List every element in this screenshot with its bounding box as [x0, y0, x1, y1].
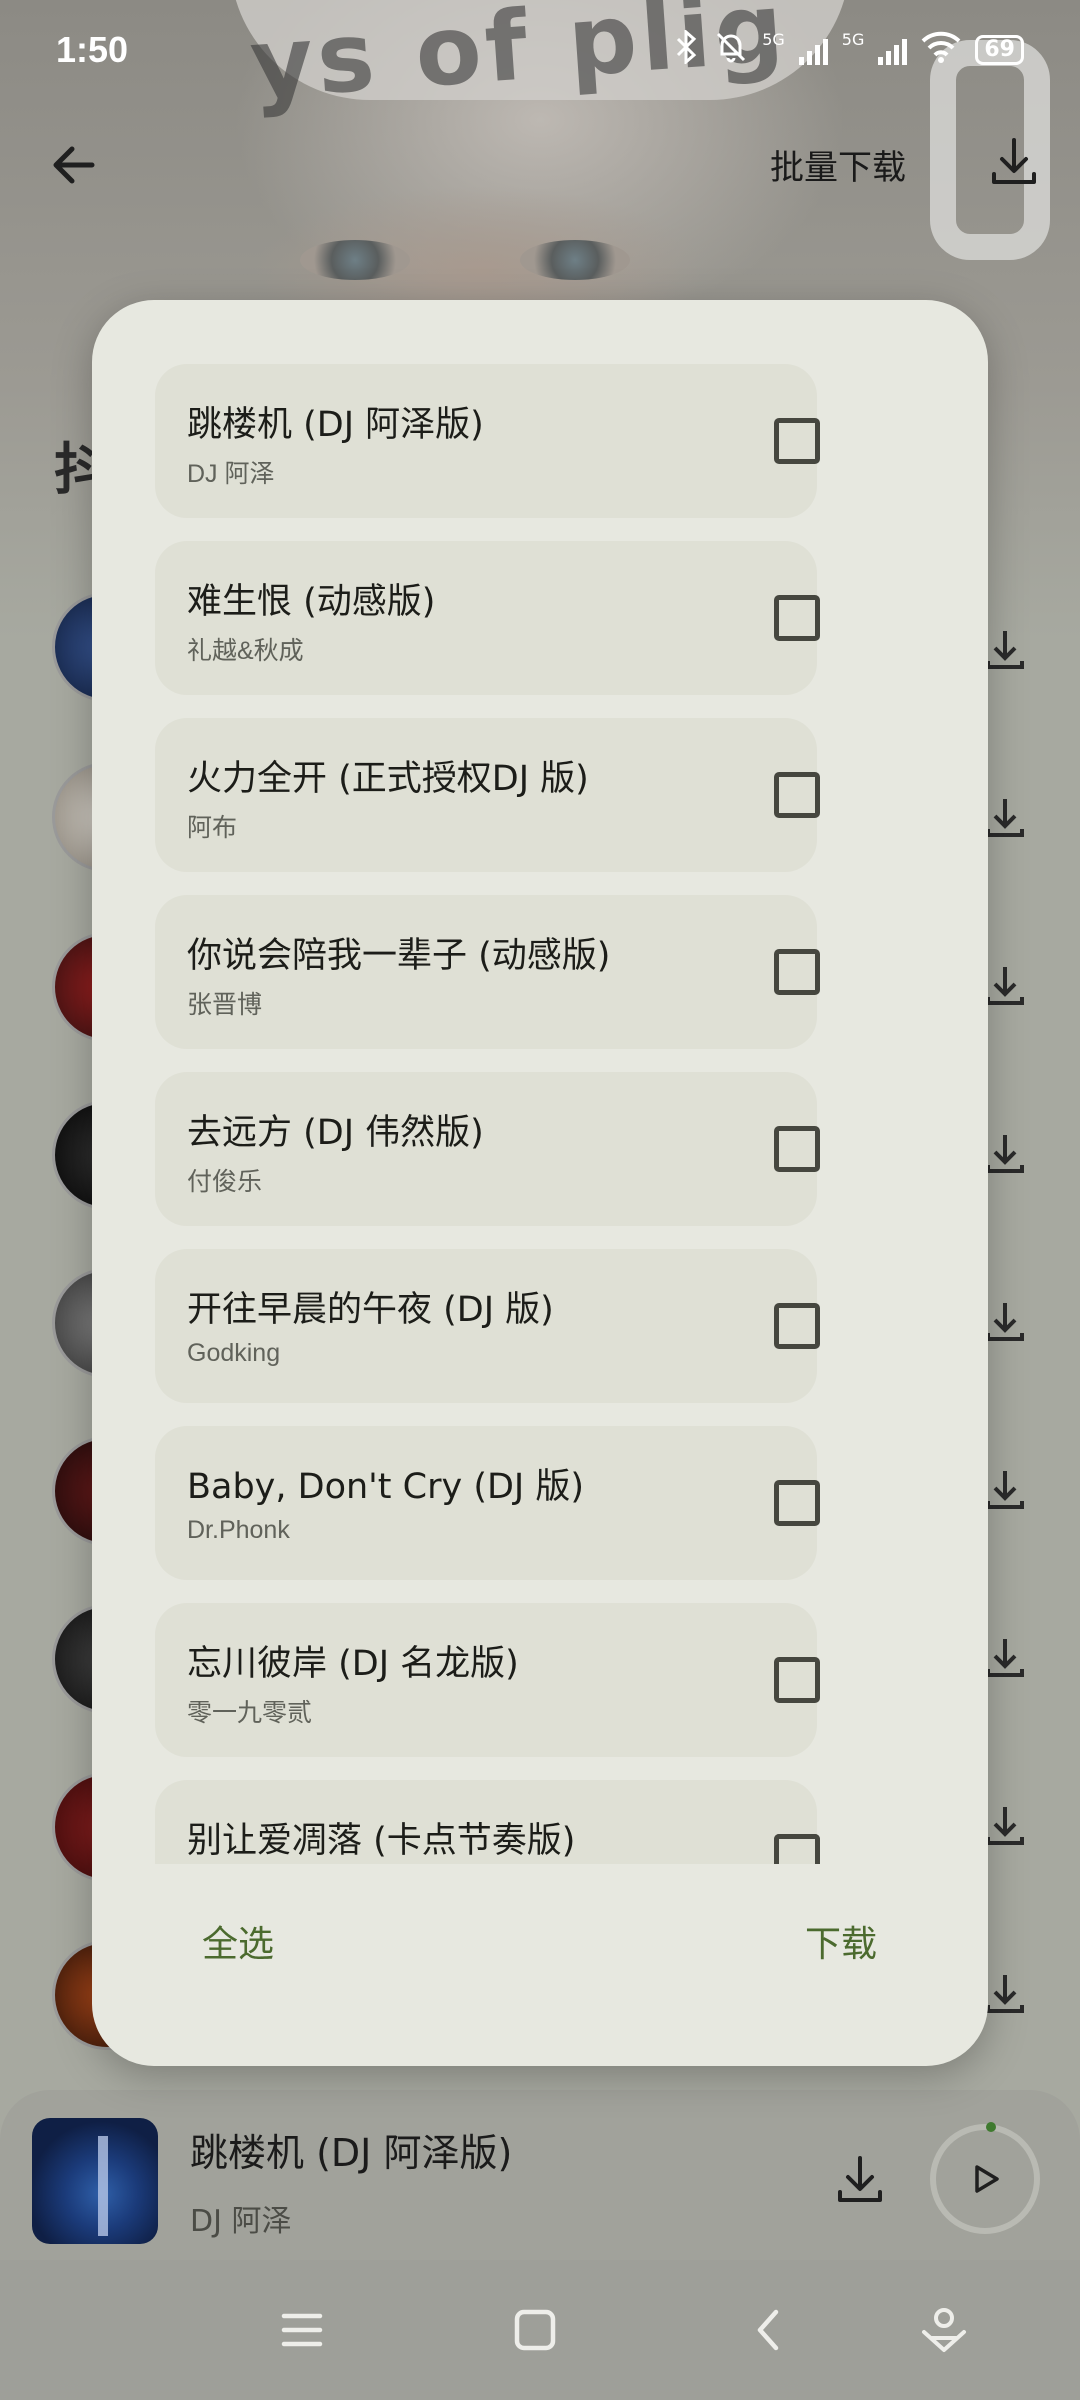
menu-icon[interactable] [272, 2300, 332, 2360]
signal-icon-2 [878, 35, 908, 65]
song-title: 别让爱凋落 (卡点节奏版) [187, 1821, 576, 1861]
bell-muted-icon [714, 30, 748, 71]
song-list-item[interactable]: 开往早晨的午夜 (DJ 版) Godking [155, 1249, 817, 1403]
song-checkbox[interactable] [774, 1657, 820, 1703]
wifi-icon [921, 31, 961, 70]
song-artist: 阿布 [187, 814, 238, 842]
top-nav: 批量下载 [0, 120, 1080, 210]
play-button[interactable] [930, 2122, 1040, 2234]
mini-player-artist: DJ 阿泽 [190, 2204, 292, 2239]
progress-dot [986, 2122, 996, 2132]
home-icon[interactable] [505, 2300, 565, 2360]
song-artist: DJ 阿泽 [187, 460, 275, 488]
song-list[interactable]: 跳楼机 (DJ 阿泽版) DJ 阿泽难生恨 (动感版) 礼越&秋成火力全开 (正式授… [155, 364, 817, 1864]
song-list-item[interactable]: 忘川彼岸 (DJ 名龙版) 零一九零贰 [155, 1603, 817, 1757]
batch-download-dialog: 跳楼机 (DJ 阿泽版) DJ 阿泽难生恨 (动感版) 礼越&秋成火力全开 (正式授… [92, 300, 988, 2066]
assistant-icon[interactable] [914, 2300, 974, 2360]
song-list-item[interactable]: 跳楼机 (DJ 阿泽版) DJ 阿泽 [155, 364, 817, 518]
song-list-item[interactable]: 别让爱凋落 (卡点节奏版) [155, 1780, 817, 1864]
select-all-button[interactable]: 全选 [202, 1910, 274, 1980]
song-artist: 零一九零贰 [187, 1699, 313, 1727]
song-title: 去远方 (DJ 伟然版) [187, 1113, 484, 1153]
song-checkbox[interactable] [774, 1303, 820, 1349]
page-title: 批量下载 [770, 148, 906, 188]
download-icon[interactable] [984, 132, 1044, 192]
song-title: 跳楼机 (DJ 阿泽版) [187, 405, 484, 445]
system-nav-bar [0, 2260, 1080, 2400]
song-list-item[interactable]: 你说会陪我一辈子 (动感版) 张晋博 [155, 895, 817, 1049]
battery-indicator: 69 [975, 35, 1024, 65]
song-checkbox[interactable] [774, 772, 820, 818]
dialog-actions: 全选 下载 [92, 1910, 988, 1990]
song-list-item[interactable]: 难生恨 (动感版) 礼越&秋成 [155, 541, 817, 695]
back-arrow-icon[interactable] [40, 130, 110, 200]
mini-player[interactable]: 跳楼机 (DJ 阿泽版) DJ 阿泽 [0, 2090, 1080, 2260]
network-label-1: 5G [762, 29, 785, 49]
song-artist: 付俊乐 [187, 1168, 263, 1196]
song-artist: Dr.Phonk [187, 1516, 290, 1544]
song-checkbox[interactable] [774, 418, 820, 464]
song-artist: 礼越&秋成 [187, 637, 304, 665]
status-time: 1:50 [56, 29, 129, 70]
download-button[interactable]: 下载 [805, 1910, 877, 1980]
song-checkbox[interactable] [774, 1126, 820, 1172]
song-artist: 张晋博 [187, 991, 263, 1019]
background-eye-left [300, 240, 410, 280]
song-list-item[interactable]: 火力全开 (正式授权DJ 版) 阿布 [155, 718, 817, 872]
network-label-2: 5G [841, 29, 865, 49]
bluetooth-icon [672, 28, 700, 71]
mini-player-title: 跳楼机 (DJ 阿泽版) [190, 2131, 513, 2175]
song-artist: Godking [187, 1339, 281, 1367]
back-icon[interactable] [740, 2300, 800, 2360]
song-list-item[interactable]: 去远方 (DJ 伟然版) 付俊乐 [155, 1072, 817, 1226]
play-icon [975, 2165, 999, 2193]
song-title: 忘川彼岸 (DJ 名龙版) [187, 1644, 519, 1684]
mini-player-download-icon[interactable] [830, 2150, 890, 2210]
song-list-item[interactable]: Baby, Don't Cry (DJ 版) Dr.Phonk [155, 1426, 817, 1580]
song-title: 开往早晨的午夜 (DJ 版) [187, 1290, 554, 1330]
song-title: Baby, Don't Cry (DJ 版) [187, 1467, 585, 1507]
background-eye-right [520, 240, 630, 280]
song-title: 难生恨 (动感版) [187, 582, 436, 622]
status-icons: 5G 5G 69 [672, 28, 1024, 71]
song-checkbox[interactable] [774, 1834, 820, 1864]
song-checkbox[interactable] [774, 949, 820, 995]
signal-icon-1 [798, 35, 828, 65]
song-checkbox[interactable] [774, 1480, 820, 1526]
status-bar: 1:50 5G 5G 69 [0, 0, 1080, 100]
song-checkbox[interactable] [774, 595, 820, 641]
song-title: 火力全开 (正式授权DJ 版) [187, 759, 589, 799]
mini-player-cover [32, 2118, 158, 2244]
song-title: 你说会陪我一辈子 (动感版) [187, 936, 611, 976]
